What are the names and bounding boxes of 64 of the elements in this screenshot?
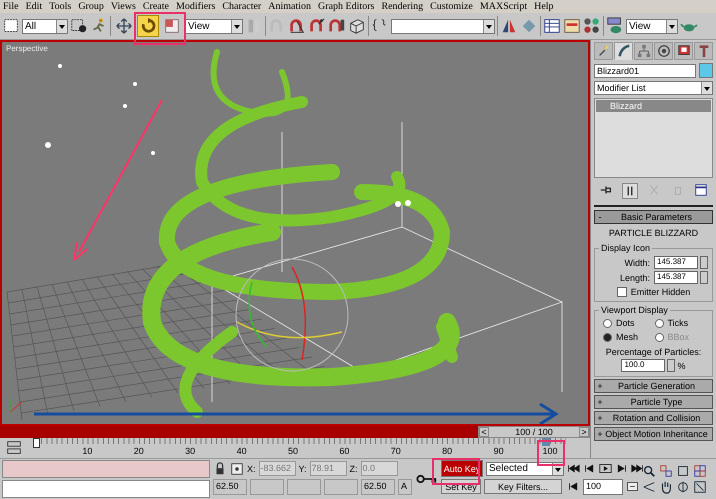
- key-mode-dropdown[interactable]: Selected: [486, 462, 564, 476]
- menu-item[interactable]: Rendering: [381, 1, 424, 12]
- menu-item[interactable]: Character: [222, 1, 262, 12]
- perspective-viewport[interactable]: Perspective: [0, 40, 590, 426]
- selection-filter-dropdown[interactable]: All: [22, 18, 68, 34]
- y-label: Y:: [298, 464, 307, 474]
- rollout-header[interactable]: + Object Motion Inheritance: [594, 427, 713, 441]
- menu-item[interactable]: Customize: [430, 1, 473, 12]
- time-slider-thumb[interactable]: < 100 / 100 >: [478, 426, 590, 438]
- percentage-label: Percentage of Particles:: [604, 347, 702, 357]
- panel-heading: PARTICLE BLIZZARD: [608, 227, 700, 240]
- frame-number: 20: [134, 446, 144, 456]
- menu-item[interactable]: Modifiers: [176, 1, 216, 12]
- menu-item[interactable]: MAXScript: [480, 1, 528, 12]
- key-filters-button[interactable]: Key Filters...: [484, 479, 562, 494]
- frame-number: 70: [390, 446, 401, 456]
- modifier-list-dropdown[interactable]: Modifier List: [594, 81, 713, 95]
- rollout-header[interactable]: + Rotation and Collision: [594, 411, 713, 425]
- width-field[interactable]: 145.387: [654, 256, 698, 269]
- length-label: Length:: [620, 272, 650, 282]
- frame-number: 90: [494, 446, 504, 456]
- radio-option[interactable]: Dots: [603, 318, 652, 328]
- menu-item[interactable]: File: [3, 1, 19, 12]
- next-frame-button[interactable]: >: [578, 427, 589, 437]
- rollout-header[interactable]: + Particle Generation: [594, 379, 713, 393]
- frame-number: 100: [542, 446, 558, 456]
- reference-coordinate-dropdown[interactable]: View: [185, 18, 243, 34]
- frame-number: 40: [236, 446, 247, 456]
- menu-item[interactable]: Tools: [49, 1, 72, 12]
- length-field[interactable]: 145.387: [654, 271, 698, 284]
- radio-option[interactable]: Mesh: [603, 332, 652, 342]
- menu-item[interactable]: Views: [110, 1, 136, 12]
- frame-number: 30: [185, 446, 196, 456]
- frame-number: 50: [288, 446, 298, 456]
- object-name-field[interactable]: Blizzard01: [594, 64, 696, 78]
- frame-counter: 100 / 100: [515, 427, 553, 437]
- menu-item[interactable]: Edit: [26, 1, 42, 12]
- unit-label: %: [677, 360, 686, 370]
- group-title: Display Icon: [600, 243, 652, 253]
- status-field: 62.50: [361, 478, 395, 494]
- menu-item[interactable]: Graph Editors: [318, 1, 374, 12]
- radio-option[interactable]: Ticks: [654, 318, 704, 328]
- width-label: Width:: [624, 258, 650, 268]
- x-label: X:: [247, 464, 256, 474]
- previous-frame-button[interactable]: <: [479, 427, 489, 437]
- render-view-dropdown[interactable]: View: [626, 18, 678, 34]
- viewport-label: Perspective: [6, 44, 48, 53]
- rollout-header[interactable]: + Particle Type: [594, 395, 713, 409]
- current-frame-field[interactable]: 100: [583, 478, 623, 494]
- group-title: Viewport Display: [600, 305, 669, 315]
- menu-item[interactable]: Create: [142, 1, 169, 12]
- status-field: 62.50: [213, 478, 247, 494]
- z-label: Z:: [350, 464, 358, 474]
- frame-number: 10: [82, 446, 92, 456]
- rollout-header[interactable]: - Basic Parameters: [594, 210, 713, 224]
- stack-item[interactable]: Blizzard: [596, 100, 711, 112]
- frame-number: 80: [442, 446, 452, 456]
- checkbox-label: Emitter Hidden: [630, 287, 690, 297]
- status-field: A: [398, 478, 412, 494]
- menu-item[interactable]: Help: [534, 1, 554, 12]
- menu-item[interactable]: Group: [78, 1, 104, 12]
- percentage-field[interactable]: 100.0: [621, 359, 666, 372]
- menu-item[interactable]: Animation: [268, 1, 312, 12]
- frame-number: 60: [339, 446, 350, 456]
